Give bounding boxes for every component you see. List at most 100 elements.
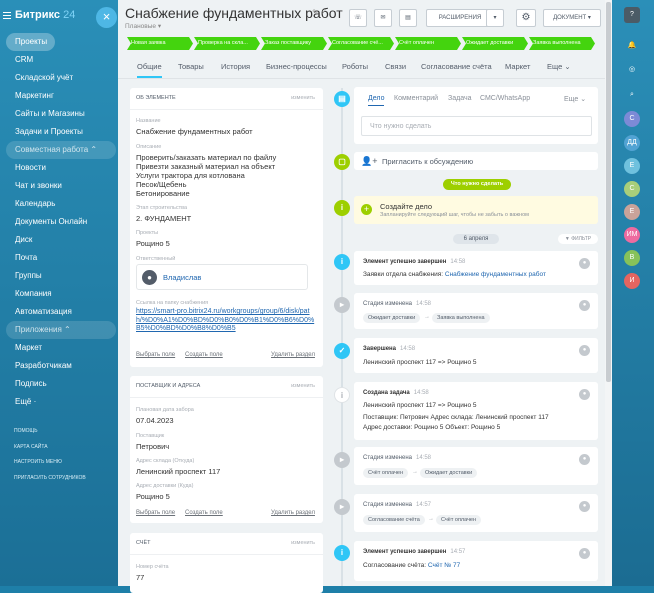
folder-link[interactable]: https://smart-pro.bitrix24.ru/workgroups… <box>136 308 316 334</box>
avatar[interactable]: ● <box>579 258 590 269</box>
help-icon[interactable]: ? <box>624 7 640 23</box>
contact-avatar[interactable]: ИМ <box>624 227 640 243</box>
sidebar-footer-link[interactable]: НАСТРОИТЬ МЕНЮ <box>14 455 86 471</box>
stage-item[interactable]: Проверка на скла... <box>194 37 260 50</box>
stage-item[interactable]: Счёт оплачен <box>395 37 461 50</box>
scrollbar[interactable] <box>605 0 612 586</box>
edit-link[interactable]: изменить <box>291 383 315 389</box>
menu-burger-icon[interactable] <box>3 12 11 19</box>
sidebar-item[interactable]: Диск <box>6 231 116 249</box>
sidebar-item[interactable]: Проекты <box>6 33 56 51</box>
stage-item[interactable]: Согласование счё... <box>328 37 394 50</box>
extensions-dropdown-icon[interactable]: ▾ <box>486 9 504 27</box>
avatar[interactable]: ● <box>579 454 590 465</box>
sidebar-item[interactable]: CRM <box>6 51 116 69</box>
create-field-link[interactable]: Создать поле <box>185 510 223 516</box>
phone-icon[interactable]: ☏ <box>349 9 367 27</box>
event-link[interactable]: Счёт № 77 <box>428 562 460 569</box>
contact-avatar[interactable]: ДД <box>624 135 640 151</box>
sidebar-item[interactable]: Маркетинг <box>6 87 116 105</box>
edit-link[interactable]: изменить <box>291 540 315 546</box>
filter-button[interactable]: ▼ ФИЛЬТР <box>558 234 598 244</box>
sidebar-item[interactable]: Новости <box>6 159 116 177</box>
select-field-link[interactable]: Выбрать поле <box>136 352 175 358</box>
avatar[interactable]: ● <box>579 389 590 400</box>
contact-avatar[interactable]: С <box>624 181 640 197</box>
stage-item[interactable]: Заказ поставщику <box>261 37 327 50</box>
edit-link[interactable]: изменить <box>291 95 315 101</box>
bitrix24-logo[interactable]: Битрикс 24 <box>15 9 75 21</box>
tab[interactable]: Роботы <box>342 62 368 71</box>
sidebar-footer-link[interactable]: КАРТА САЙТА <box>14 440 86 456</box>
sidebar-item[interactable]: Разработчикам <box>6 357 116 375</box>
composer-tab[interactable]: Задача <box>448 95 472 102</box>
sidebar-item[interactable]: Чат и звонки <box>6 177 116 195</box>
contact-avatar[interactable]: И <box>624 273 640 289</box>
composer-tab[interactable]: Еще ⌄ <box>564 95 586 103</box>
avatar[interactable]: ● <box>579 300 590 311</box>
event-link[interactable]: Ленинский проспект 117 => Рощино 5 <box>363 359 477 366</box>
mail-icon[interactable]: ✉ <box>374 9 392 27</box>
avatar[interactable]: ● <box>579 501 590 512</box>
select-field-link[interactable]: Выбрать поле <box>136 510 175 516</box>
activity-stream-icon[interactable]: ◎ <box>624 62 640 78</box>
stage-item[interactable]: Новая заявка <box>127 37 193 50</box>
avatar[interactable]: ● <box>579 548 590 559</box>
contact-avatar[interactable]: Е <box>624 204 640 220</box>
delete-section-link[interactable]: Удалить раздел <box>271 352 315 358</box>
stage-item[interactable]: Заявка выполнена <box>529 37 595 50</box>
contact-avatar[interactable]: В <box>624 250 640 266</box>
sidebar-item[interactable]: Группы <box>6 267 116 285</box>
responsible-user[interactable]: ● Владислав <box>136 264 308 290</box>
event-title: Создана задача <box>363 390 410 396</box>
avatar[interactable]: ● <box>579 345 590 356</box>
search-icon[interactable]: ⌕ <box>624 87 640 103</box>
pipeline-selector[interactable]: Плановые ▾ <box>125 22 161 30</box>
close-slider-button[interactable]: × <box>96 7 117 28</box>
create-activity-card[interactable]: + Создайте дело Запланируйте следующий ш… <box>354 196 598 224</box>
event-link[interactable]: Снабжение фундаментных работ <box>445 271 546 278</box>
sidebar-footer-link[interactable]: ПРИГЛАСИТЬ СОТРУДНИКОВ <box>14 471 86 487</box>
sidebar-item[interactable]: Почта <box>6 249 116 267</box>
document-button[interactable]: ДОКУМЕНТ ▾ <box>543 9 601 27</box>
tab[interactable]: Товары <box>178 62 204 71</box>
sidebar-item[interactable]: Документы Онлайн <box>6 213 116 231</box>
event-link[interactable]: Ленинский проспект 117 => Рощино 5 <box>363 402 477 409</box>
tab[interactable]: Маркет <box>505 62 530 71</box>
sidebar-item[interactable]: Маркет <box>6 339 116 357</box>
todo-input[interactable]: Что нужно сделать <box>361 116 592 136</box>
composer-tab[interactable]: СМС/WhatsApp <box>480 95 530 102</box>
tab[interactable]: Связи <box>385 62 406 71</box>
sidebar-item[interactable]: Приложения ⌃ <box>6 321 116 339</box>
sidebar-item[interactable]: Складской учёт <box>6 69 116 87</box>
chat-icon[interactable]: ▤ <box>399 9 417 27</box>
contact-avatar[interactable]: С <box>624 111 640 127</box>
notifications-icon[interactable]: 🔔 <box>624 38 640 54</box>
invite-card[interactable]: 👤+ Пригласить к обсуждению <box>354 152 598 170</box>
sidebar-item[interactable]: Компания <box>6 285 116 303</box>
tab[interactable]: Согласование счёта <box>421 62 492 71</box>
edit-title-icon[interactable]: ✎ ⟋ <box>312 8 327 18</box>
composer-tab[interactable]: Комментарий <box>394 95 438 102</box>
gear-icon[interactable]: ⚙ <box>516 9 536 27</box>
tab[interactable]: Еще ⌄ <box>547 62 571 71</box>
create-field-link[interactable]: Создать поле <box>185 352 223 358</box>
tab[interactable]: Общие <box>137 62 162 78</box>
extensions-button[interactable]: РАСШИРЕНИЯ <box>426 9 494 27</box>
delete-section-link[interactable]: Удалить раздел <box>271 510 315 516</box>
sidebar-item[interactable]: Ещё · <box>6 393 116 411</box>
sidebar-item[interactable]: Задачи и Проекты <box>6 123 116 141</box>
sidebar-item[interactable]: Сайты и Магазины <box>6 105 116 123</box>
scrollbar-thumb[interactable] <box>606 2 611 382</box>
sidebar-footer-link[interactable]: ПОМОЩЬ <box>14 424 86 440</box>
stage-item[interactable]: Ожидает доставки <box>462 37 528 50</box>
sidebar-item[interactable]: Совместная работа ⌃ <box>6 141 116 159</box>
sidebar-item[interactable]: Подпись <box>6 375 116 393</box>
composer-tab[interactable]: Дело <box>368 95 385 106</box>
contact-avatar[interactable]: Е <box>624 158 640 174</box>
sidebar-item[interactable]: Календарь <box>6 195 116 213</box>
tab[interactable]: История <box>221 62 250 71</box>
responsible-name[interactable]: Владислав <box>163 273 201 282</box>
tab[interactable]: Бизнес-процессы <box>266 62 327 71</box>
sidebar-item[interactable]: Автоматизация <box>6 303 116 321</box>
